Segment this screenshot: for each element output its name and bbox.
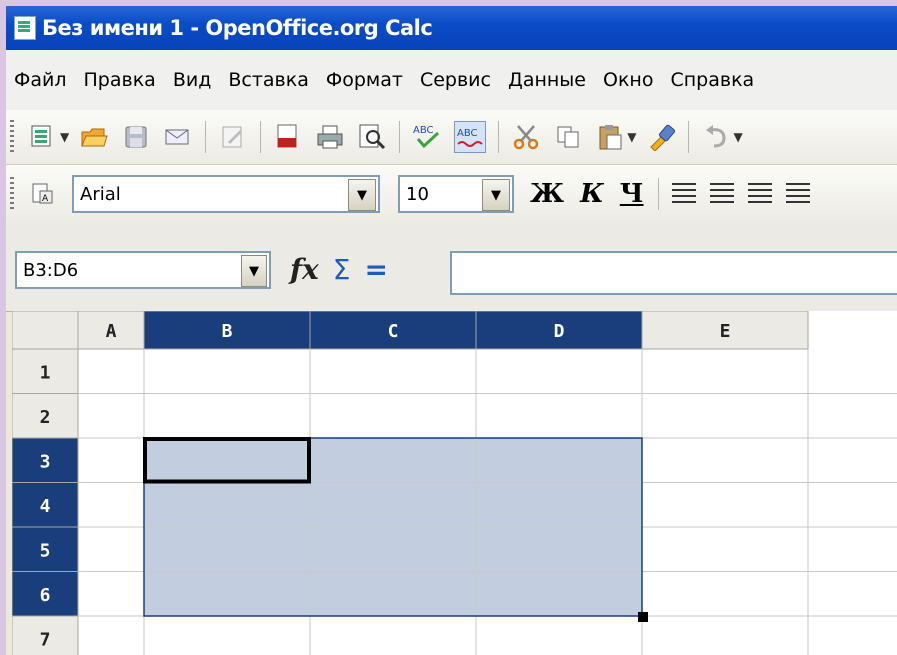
underline-button[interactable]: Ч [620,179,644,209]
column-header-label: D [554,321,565,342]
open-folder-icon[interactable] [79,122,109,152]
svg-text:ABC: ABC [413,125,434,136]
formatting-toolbar: A Arial ▼ 10 ▼ Ж К Ч [6,165,897,224]
row-header-label: 6 [40,585,51,606]
toolbar-separator [498,121,500,153]
name-box[interactable]: B3:D6 ▼ [15,251,271,289]
paste-icon[interactable] [595,122,625,152]
window-title: Без имени 1 - OpenOffice.org Calc [42,16,433,40]
font-size-combo[interactable]: 10 ▼ [398,175,514,213]
edit-file-icon[interactable] [218,122,248,152]
font-size-value: 10 [406,183,429,205]
toolbar-grip[interactable] [10,177,14,211]
row-header-label: 5 [40,540,51,561]
copy-icon[interactable] [553,122,583,152]
sum-icon[interactable]: Σ [333,253,351,286]
menu-file[interactable]: Файл [14,69,67,91]
font-name-combo[interactable]: Arial ▼ [72,175,380,213]
menu-help[interactable]: Справка [670,69,754,91]
column-header-label: A [106,321,117,342]
export-pdf-icon[interactable] [273,122,303,152]
menu-edit[interactable]: Правка [84,69,156,91]
name-box-value: B3:D6 [23,259,79,281]
formula-buttons: fx Σ = [290,253,402,286]
app-window: Без имени 1 - OpenOffice.org Calc Файл П… [6,6,897,655]
align-center-icon[interactable] [709,183,734,205]
toolbar-separator [688,121,690,153]
autospellcheck-icon[interactable]: ABC [454,121,487,153]
standard-toolbar: ▼ ABC ABC ▼ ▼ [6,110,897,165]
clone-formatting-icon[interactable] [646,122,676,152]
toolbar-separator [205,121,207,153]
page-preview-icon[interactable] [357,122,387,152]
menu-data[interactable]: Данные [508,69,586,91]
column-header-label: B [222,321,233,342]
svg-text:ABC: ABC [457,128,478,139]
print-icon[interactable] [315,122,345,152]
svg-text:A: A [42,194,49,204]
menu-bar: Файл Правка Вид Вставка Формат Сервис Да… [6,50,897,111]
row-header-label: 3 [40,451,51,472]
italic-button[interactable]: К [580,179,604,209]
formula-bar: B3:D6 ▼ fx Σ = [6,223,897,312]
menu-insert[interactable]: Вставка [228,69,309,91]
undo-icon[interactable] [701,122,731,152]
formula-input[interactable] [450,251,897,295]
bold-button[interactable]: Ж [530,179,564,209]
save-icon[interactable] [121,122,151,152]
align-justify-icon[interactable] [785,183,810,205]
column-header-label: E [720,321,731,342]
row-header-label: 4 [40,496,51,517]
toolbar-separator [260,121,262,153]
row-header-label: 2 [40,407,51,428]
chevron-down-icon[interactable]: ▼ [60,130,69,144]
function-icon[interactable]: = [364,253,387,286]
column-header-label: C [388,321,399,342]
align-right-icon[interactable] [747,183,772,205]
chevron-down-icon[interactable]: ▼ [348,179,376,211]
align-left-icon[interactable] [671,183,696,205]
email-icon[interactable] [163,122,193,152]
row-header-label: 1 [40,362,51,383]
select-all-corner[interactable] [12,311,79,350]
toolbar-separator [399,121,401,153]
grid-svg[interactable]: A B C D E 1 2 3 4 5 6 7 [12,311,897,655]
cut-icon[interactable] [511,122,541,152]
menu-tools[interactable]: Сервис [420,69,491,91]
styles-icon[interactable]: A [28,179,58,209]
function-wizard-icon[interactable]: fx [290,253,319,286]
chevron-down-icon[interactable]: ▼ [241,255,267,287]
new-document-icon[interactable] [28,122,58,152]
menu-window[interactable]: Окно [603,69,653,91]
toolbar-separator [657,178,659,210]
spellcheck-icon[interactable]: ABC [412,122,442,152]
calc-app-icon [14,16,36,40]
fill-handle[interactable] [638,612,648,622]
toolbar-grip[interactable] [10,120,14,154]
chevron-down-icon[interactable]: ▼ [733,130,742,144]
font-name-value: Arial [80,183,121,205]
title-bar: Без имени 1 - OpenOffice.org Calc [6,6,897,50]
row-header-label: 7 [40,629,51,650]
chevron-down-icon[interactable]: ▼ [627,130,636,144]
menu-view[interactable]: Вид [173,69,212,91]
chevron-down-icon[interactable]: ▼ [482,179,510,211]
menu-format[interactable]: Формат [326,69,403,91]
